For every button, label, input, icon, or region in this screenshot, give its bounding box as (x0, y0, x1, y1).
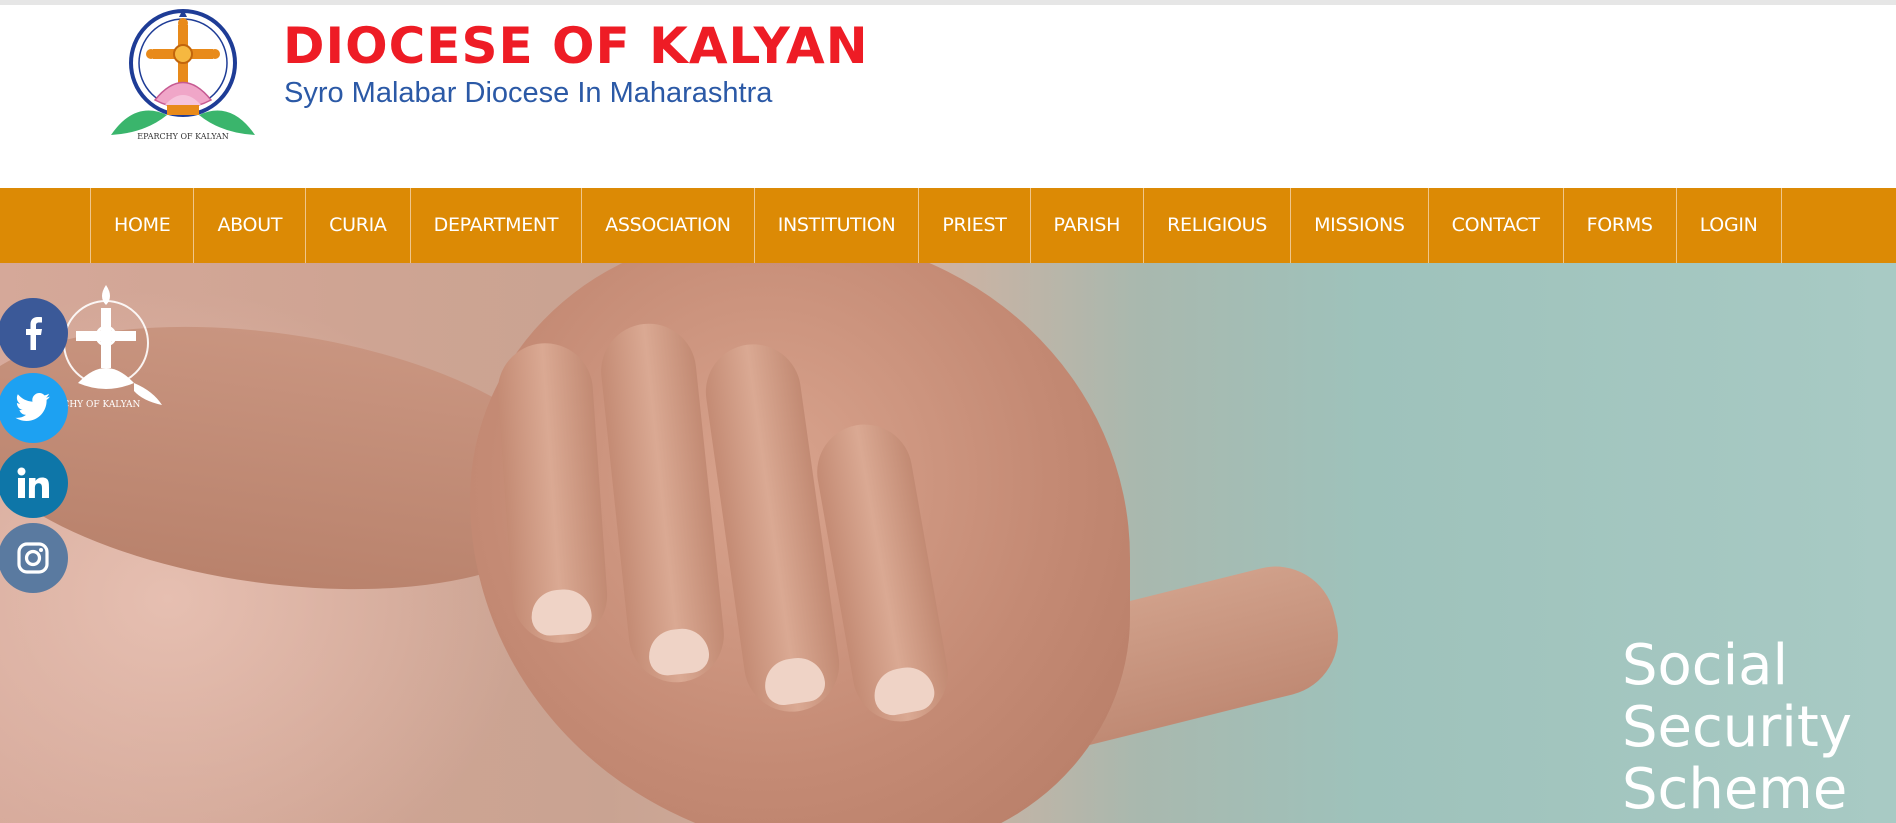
svg-text:RCHY OF KALYAN: RCHY OF KALYAN (56, 400, 141, 410)
nav-menu: HOME ABOUT CURIA DEPARTMENT ASSOCIATION … (90, 188, 1782, 263)
nav-item-religious: RELIGIOUS (1144, 188, 1292, 263)
site-title[interactable]: DIOCESE OF KALYAN (283, 17, 869, 75)
nav-item-priest: PRIEST (919, 188, 1031, 263)
main-navigation: HOME ABOUT CURIA DEPARTMENT ASSOCIATION … (0, 188, 1896, 263)
nav-link-institution[interactable]: INSTITUTION (755, 188, 919, 263)
facebook-icon (26, 317, 42, 350)
nav-item-department: DEPARTMENT (411, 188, 583, 263)
hero-caption-line: Security (1622, 695, 1852, 760)
nav-link-priest[interactable]: PRIEST (919, 188, 1029, 263)
hero-caption-line: Scheme (1622, 757, 1848, 822)
linkedin-icon (17, 467, 49, 498)
diocese-logo-icon[interactable]: EPARCHY OF KALYAN (105, 5, 260, 145)
nav-link-about[interactable]: ABOUT (194, 188, 305, 263)
hero-slider: RCHY OF KALYAN Social Security Scheme (0, 263, 1896, 823)
facebook-button[interactable] (0, 298, 68, 368)
instagram-button[interactable] (0, 523, 68, 593)
hero-caption-line: Social (1622, 633, 1789, 698)
nav-item-missions: MISSIONS (1291, 188, 1429, 263)
nav-item-home: HOME (91, 188, 195, 263)
nav-link-login[interactable]: LOGIN (1677, 188, 1781, 263)
twitter-icon (15, 393, 51, 421)
nav-link-religious[interactable]: RELIGIOUS (1144, 188, 1290, 263)
nav-link-missions[interactable]: MISSIONS (1291, 188, 1428, 263)
nav-link-contact[interactable]: CONTACT (1429, 188, 1563, 263)
linkedin-button[interactable] (0, 448, 68, 518)
site-header: EPARCHY OF KALYAN DIOCESE OF KALYAN Syro… (0, 5, 1896, 188)
nav-item-about: ABOUT (194, 188, 307, 263)
nav-link-parish[interactable]: PARISH (1031, 188, 1144, 263)
nav-link-home[interactable]: HOME (91, 188, 193, 263)
nav-item-login: LOGIN (1677, 188, 1782, 263)
nav-link-forms[interactable]: FORMS (1564, 188, 1676, 263)
site-subtitle: Syro Malabar Diocese In Maharashtra (284, 77, 773, 109)
nav-link-curia[interactable]: CURIA (306, 188, 409, 263)
hero-caption: Social Security Scheme (1622, 635, 1852, 821)
nav-item-parish: PARISH (1031, 188, 1145, 263)
nav-item-curia: CURIA (306, 188, 411, 263)
nav-link-department[interactable]: DEPARTMENT (411, 188, 582, 263)
nav-link-association[interactable]: ASSOCIATION (582, 188, 754, 263)
twitter-button[interactable] (0, 373, 68, 443)
instagram-icon (17, 542, 49, 574)
nav-item-contact: CONTACT (1429, 188, 1564, 263)
nav-item-institution: INSTITUTION (755, 188, 920, 263)
svg-text:EPARCHY OF KALYAN: EPARCHY OF KALYAN (137, 132, 229, 141)
nav-item-forms: FORMS (1564, 188, 1677, 263)
nav-item-association: ASSOCIATION (582, 188, 755, 263)
